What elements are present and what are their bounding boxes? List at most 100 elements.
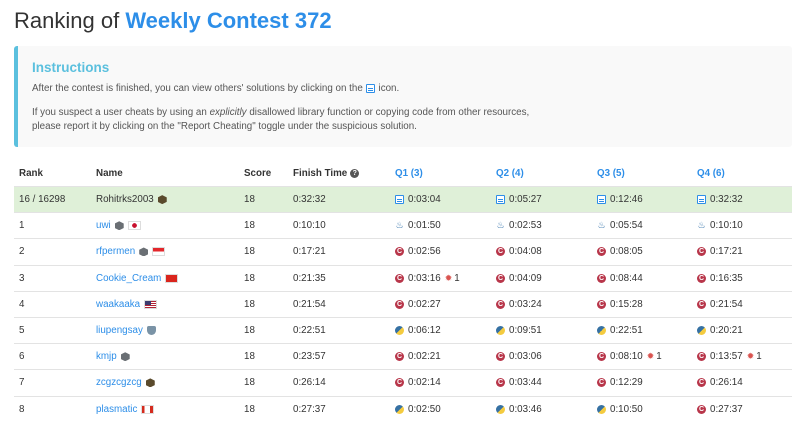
cpp-icon[interactable]: C [597, 247, 606, 257]
header-q3[interactable]: Q3 (5) [597, 160, 625, 186]
cpp-icon[interactable]: C [395, 299, 404, 309]
question-1-cell: C 0:03:16 ✹ 1 [395, 266, 460, 291]
table-row: 2 rfpermen 18 0:17:21 C 0:02:56 C 0:04:08 C 0:08:… [14, 238, 792, 264]
solution-file-icon[interactable] [496, 195, 505, 205]
header-q4[interactable]: Q4 (6) [697, 160, 725, 186]
question-1-cell: C 0:02:21 [395, 344, 441, 369]
python-icon[interactable] [395, 326, 404, 336]
solution-file-icon [365, 83, 375, 93]
question-4-cell: C 0:16:35 [697, 266, 743, 291]
cpp-icon[interactable]: C [395, 352, 404, 362]
python-icon[interactable] [597, 404, 606, 414]
finish-time-cell: 0:21:54 [293, 298, 326, 310]
solve-time: 0:03:16 [408, 272, 441, 284]
user-badge-icon [157, 195, 167, 205]
user-name-link[interactable]: Cookie_Cream [96, 273, 161, 284]
java-icon[interactable]: ♨ [597, 221, 606, 230]
cpp-icon[interactable]: C [597, 299, 606, 309]
title-prefix: Ranking of [14, 8, 120, 33]
question-2-cell: ♨ 0:02:53 [496, 213, 542, 238]
question-2-cell: 0:09:51 [496, 318, 542, 343]
finish-time-cell: 0:26:14 [293, 377, 326, 389]
solve-time: 0:32:32 [710, 194, 743, 206]
python-icon[interactable] [597, 326, 606, 336]
question-3-cell: 0:10:50 [597, 397, 643, 422]
user-badge-icon [114, 221, 124, 231]
user-name-link[interactable]: plasmatic [96, 404, 137, 415]
user-name-link[interactable]: kmjp [96, 351, 117, 362]
solve-time: 0:06:12 [408, 325, 441, 337]
rank-cell: 16 / 16298 [19, 194, 66, 206]
python-icon[interactable] [496, 326, 505, 336]
solve-time: 0:21:54 [710, 298, 743, 310]
python-icon[interactable] [496, 404, 505, 414]
header-q2[interactable]: Q2 (4) [496, 160, 524, 186]
user-badge-icon [146, 326, 156, 336]
user-name-link[interactable]: rfpermen [96, 246, 135, 257]
solve-time: 0:01:50 [408, 220, 441, 232]
page-title: Ranking of Weekly Contest 372 [14, 8, 332, 34]
bug-icon: ✹ [646, 351, 655, 362]
python-icon[interactable] [395, 404, 404, 414]
score-cell: 18 [244, 220, 255, 232]
finish-time-cell: 0:23:57 [293, 351, 326, 363]
country-flag-icon [141, 404, 155, 414]
question-1-cell: C 0:02:56 [395, 239, 441, 264]
cpp-icon[interactable]: C [496, 378, 505, 388]
cpp-icon[interactable]: C [496, 247, 505, 257]
cpp-icon[interactable]: C [697, 299, 706, 309]
cpp-icon[interactable]: C [496, 352, 505, 362]
score-cell: 18 [244, 298, 255, 310]
cpp-icon[interactable]: C [496, 273, 505, 283]
solve-time: 0:16:35 [710, 272, 743, 284]
question-4-cell: ♨ 0:10:10 [697, 213, 742, 238]
question-2-cell: C 0:03:44 [496, 370, 542, 395]
cpp-icon[interactable]: C [395, 273, 404, 283]
rank-cell: 5 [19, 325, 25, 337]
python-icon[interactable] [697, 326, 706, 336]
cpp-icon[interactable]: C [597, 352, 606, 362]
cpp-icon[interactable]: C [697, 404, 706, 414]
user-name-link[interactable]: zcgzcgzcg [96, 377, 142, 388]
question-3-cell: C 0:08:10 ✹ 1 [597, 344, 662, 369]
contest-name[interactable]: Weekly Contest 372 [125, 8, 331, 33]
info-icon[interactable]: ? [350, 168, 360, 178]
header-q1[interactable]: Q1 (3) [395, 160, 423, 186]
score-cell: 18 [244, 351, 255, 363]
rank-cell: 3 [19, 272, 25, 284]
question-1-cell: 0:02:50 [395, 397, 441, 422]
cpp-icon[interactable]: C [697, 273, 706, 283]
user-name-link[interactable]: Rohitrks2003 [96, 194, 154, 205]
question-3-cell: 0:12:46 [597, 187, 643, 212]
user-name-link[interactable]: uwi [96, 220, 111, 231]
cpp-icon[interactable]: C [496, 299, 505, 309]
solve-time: 0:02:53 [509, 220, 542, 232]
cpp-icon[interactable]: C [697, 378, 706, 388]
solution-file-icon[interactable] [597, 195, 606, 205]
name-cell: kmjp [96, 344, 130, 369]
cpp-icon[interactable]: C [597, 378, 606, 388]
cpp-icon[interactable]: C [597, 273, 606, 283]
cpp-icon[interactable]: C [697, 352, 706, 362]
instructions-callout: Instructions After the contest is finish… [14, 46, 792, 147]
cpp-icon[interactable]: C [395, 378, 404, 388]
java-icon[interactable]: ♨ [395, 221, 404, 230]
question-4-cell: 0:32:32 [697, 187, 743, 212]
header-finish-time: Finish Time? [293, 160, 360, 186]
question-2-cell: C 0:03:24 [496, 292, 542, 317]
name-cell: Rohitrks2003 [96, 187, 167, 212]
java-icon[interactable]: ♨ [496, 221, 505, 230]
score-cell: 18 [244, 377, 255, 389]
cpp-icon[interactable]: C [697, 247, 706, 257]
solution-file-icon[interactable] [697, 195, 706, 205]
solution-file-icon[interactable] [395, 195, 404, 205]
solve-time: 0:03:06 [509, 351, 542, 363]
table-body: 16 / 16298 Rohitrks2003 18 0:32:32 0:03:04 0:… [14, 186, 792, 422]
user-name-link[interactable]: liupengsay [96, 325, 143, 336]
question-2-cell: C 0:04:08 [496, 239, 542, 264]
user-name-link[interactable]: waakaaka [96, 299, 140, 310]
question-4-cell: C 0:27:37 [697, 397, 743, 422]
cpp-icon[interactable]: C [395, 247, 404, 257]
java-icon[interactable]: ♨ [697, 221, 706, 230]
question-1-cell: C 0:02:27 [395, 292, 441, 317]
